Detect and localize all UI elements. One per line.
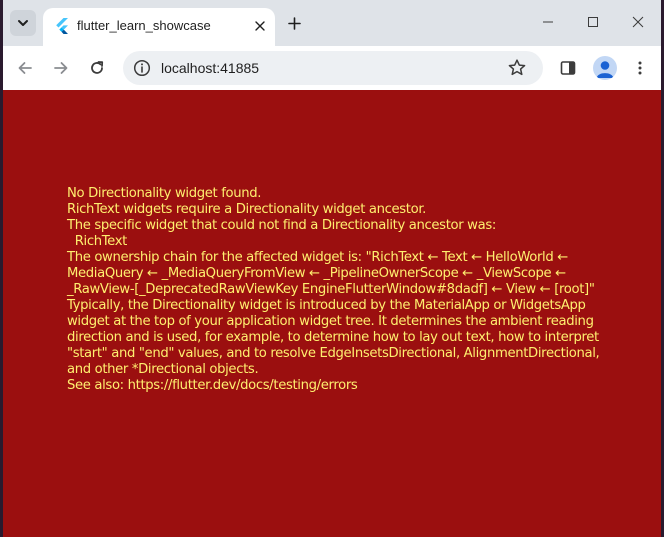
close-icon [255,21,265,31]
flutter-error-screen: No Directionality widget found. RichText… [3,90,661,537]
tab-close-button[interactable] [251,17,269,35]
tab-strip: flutter_learn_showcase [3,0,661,46]
address-url[interactable]: localhost:41885 [161,60,259,76]
error-line: The specific widget that could not find … [67,218,496,233]
error-line: RichText [67,234,128,249]
side-panel-icon [560,61,576,75]
star-icon[interactable] [507,58,527,78]
error-line: direction and is used, for example, to d… [67,330,599,345]
error-line: widget at the top of your application wi… [67,314,594,329]
kebab-menu-icon [638,61,642,75]
tab-search-button[interactable] [10,10,36,36]
error-message: No Directionality widget found. RichText… [67,186,607,394]
tab-active[interactable]: flutter_learn_showcase [43,8,275,46]
error-line: RichText widgets require a Directionalit… [67,202,427,217]
error-line: See also: https://flutter.dev/docs/testi… [67,378,358,393]
back-button[interactable] [12,55,38,81]
minimize-button[interactable] [528,8,568,36]
tab-title: flutter_learn_showcase [77,18,211,33]
reload-button[interactable] [84,55,110,81]
address-bar[interactable]: localhost:41885 [123,51,543,85]
error-line: and other *Directional objects. [67,362,259,377]
profile-avatar[interactable] [593,56,617,80]
plus-icon [287,16,301,30]
side-panel-button[interactable] [555,55,581,81]
error-line: Typically, the Directionality widget is … [67,298,586,313]
error-line: The ownership chain for the affected wid… [67,250,568,265]
error-line: _RawView-[_DeprecatedRawViewKey EngineFl… [67,282,595,297]
arrow-right-icon [54,62,68,74]
reload-icon [91,61,104,74]
forward-button[interactable] [48,55,74,81]
browser-toolbar: localhost:41885 [3,46,661,90]
maximize-icon [588,17,598,27]
flutter-icon [56,18,68,34]
arrow-left-icon [18,62,32,74]
menu-button[interactable] [627,55,653,81]
error-line: No Directionality widget found. [67,186,262,201]
profile-icon [596,61,614,78]
close-icon [632,16,644,28]
window-close-button[interactable] [618,8,658,36]
new-tab-button[interactable] [283,12,305,34]
browser-window: flutter_learn_showcase localhost:41885 N… [3,0,661,537]
maximize-button[interactable] [573,8,613,36]
minimize-icon [543,21,553,23]
info-icon[interactable] [133,59,151,77]
chevron-down-icon [18,20,28,26]
error-line: MediaQuery ← _MediaQueryFromView ← _Pipe… [67,266,566,281]
error-line: "start" and "end" values, and to resolve… [67,346,600,361]
